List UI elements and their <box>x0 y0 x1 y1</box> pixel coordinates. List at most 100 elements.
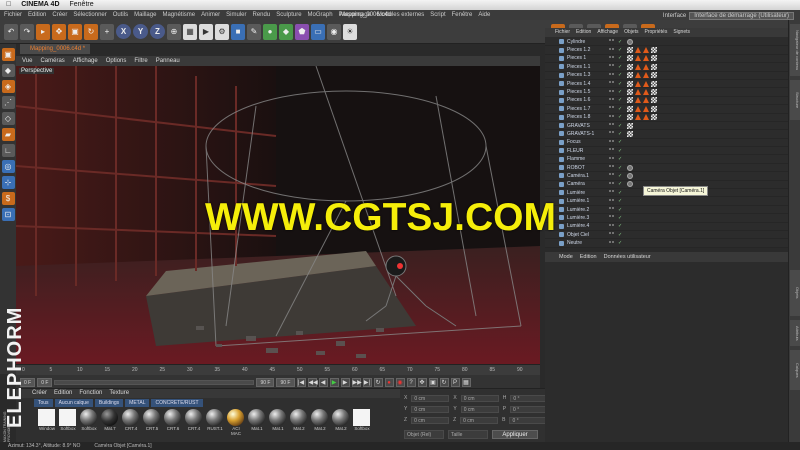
enabled-check-icon[interactable]: ✓ <box>618 222 622 230</box>
phong-tag-icon[interactable] <box>635 47 641 54</box>
enabled-check-icon[interactable]: ✓ <box>618 38 622 46</box>
subdivision-surface-icon[interactable]: ● <box>263 23 277 40</box>
enabled-check-icon[interactable]: ✓ <box>618 46 622 54</box>
coord-field[interactable]: 0 cm <box>411 395 450 402</box>
next-key-icon[interactable]: ▶▶ <box>351 378 362 387</box>
visibility-dots[interactable] <box>609 181 617 187</box>
enabled-check-icon[interactable]: ✓ <box>618 155 622 163</box>
phong-tag-icon[interactable] <box>643 89 649 96</box>
phong-tag-icon[interactable] <box>635 72 641 79</box>
tweak-mode-icon[interactable]: ◎ <box>1 160 15 173</box>
visibility-dots[interactable] <box>609 81 617 86</box>
deformer-icon[interactable]: ⬟ <box>295 23 309 40</box>
selection-tool-icon[interactable]: ▸ <box>36 23 50 40</box>
coordinate-system-icon[interactable]: ⊕ <box>167 23 181 40</box>
phong-tag-icon[interactable] <box>635 80 641 87</box>
visibility-dots[interactable] <box>609 240 617 246</box>
visibility-dots[interactable] <box>609 47 617 53</box>
pen-spline-icon[interactable]: ✎ <box>247 23 261 40</box>
texture-tag-icon[interactable] <box>627 63 633 70</box>
viewport-menu-item[interactable]: Filtre <box>134 56 147 66</box>
enabled-check-icon[interactable]: ✓ <box>618 138 622 146</box>
prev-key-icon[interactable]: ◀◀ <box>307 378 318 387</box>
enabled-check-icon[interactable]: ✓ <box>618 54 622 62</box>
camera-tool-icon[interactable]: ◉ <box>327 23 341 40</box>
side-tab[interactable]: Navigateur de contenu <box>790 24 800 76</box>
visibility-dots[interactable] <box>609 198 617 204</box>
enabled-check-icon[interactable]: ✓ <box>618 96 622 104</box>
material-swatch[interactable]: CRT.6 <box>164 409 182 437</box>
enabled-check-icon[interactable]: ✓ <box>618 88 622 96</box>
document-tab[interactable]: Mapping_0006.c4d * <box>20 44 90 54</box>
object-menu-item[interactable]: Edition <box>576 28 591 37</box>
mac-menu-window[interactable]: Fenêtre <box>70 0 94 10</box>
enabled-check-icon[interactable]: ✓ <box>618 189 622 197</box>
visibility-dots[interactable] <box>609 232 617 237</box>
material-swatch[interactable]: Mat.2 <box>311 409 329 437</box>
render-region-icon[interactable]: ▦ <box>183 23 197 40</box>
edges-mode-icon[interactable]: ◇ <box>1 112 15 125</box>
phong-tag-icon[interactable] <box>635 55 641 62</box>
texture-tag-icon[interactable] <box>627 80 633 87</box>
y-axis-lock-button[interactable]: Y <box>133 24 148 39</box>
phong-tag-icon[interactable] <box>643 97 649 104</box>
visibility-dots[interactable] <box>609 156 617 162</box>
material-swatch[interactable]: Mat.7 <box>101 409 119 437</box>
enabled-check-icon[interactable]: ✓ <box>618 113 622 121</box>
menu-item[interactable]: Créer <box>52 10 67 20</box>
prev-frame-icon[interactable]: ◀ <box>318 378 328 387</box>
side-tab[interactable]: Structure <box>790 80 800 120</box>
array-generator-icon[interactable]: ◆ <box>279 23 293 40</box>
material-tab[interactable]: METAL <box>125 399 150 407</box>
object-menu-item[interactable]: Objets <box>624 28 638 37</box>
menu-item[interactable]: Aide <box>478 10 490 20</box>
current-frame-field[interactable]: 0 F <box>37 378 53 387</box>
end-field[interactable]: 90 F <box>256 378 275 387</box>
menu-item[interactable]: Sélectionner <box>73 10 106 20</box>
texture-tag-icon[interactable] <box>627 72 633 79</box>
phong-tag-icon[interactable] <box>643 63 649 70</box>
material-swatch[interactable]: CRT.4 <box>185 409 203 437</box>
enabled-check-icon[interactable]: ✓ <box>618 80 622 88</box>
enabled-check-icon[interactable]: ✓ <box>618 122 622 130</box>
texture-tag-icon[interactable] <box>627 114 633 121</box>
material-tab[interactable]: CONCRETE/RUST <box>151 399 203 407</box>
texture-tag-icon[interactable] <box>627 89 633 96</box>
next-frame-icon[interactable]: ▶ <box>340 378 350 387</box>
go-end-icon[interactable]: ▶| <box>362 378 372 387</box>
menu-item[interactable]: Animer <box>201 10 220 20</box>
texture-tag-icon[interactable] <box>651 114 657 121</box>
undo-icon[interactable]: ↶ <box>4 23 18 40</box>
enabled-check-icon[interactable]: ✓ <box>618 164 622 172</box>
menu-item[interactable]: MoGraph <box>308 10 333 20</box>
material-swatch[interactable]: ACI MAC <box>227 409 245 437</box>
texture-tag-icon[interactable] <box>627 47 633 54</box>
enabled-check-icon[interactable]: ✓ <box>618 197 622 205</box>
phong-tag-icon[interactable] <box>643 105 649 112</box>
enabled-check-icon[interactable]: ✓ <box>618 172 622 180</box>
visibility-dots[interactable] <box>609 55 617 61</box>
rotation-key-icon[interactable]: ↻ <box>439 378 449 387</box>
material-tab[interactable]: Tous <box>34 399 53 407</box>
visibility-dots[interactable] <box>609 131 617 136</box>
size-mode-dropdown[interactable]: Taille <box>448 430 488 439</box>
workplane-icon[interactable]: $ <box>1 192 15 205</box>
enabled-check-icon[interactable]: ✓ <box>618 105 622 113</box>
visibility-dots[interactable] <box>609 148 617 153</box>
coord-field[interactable]: 0 ° <box>510 406 549 413</box>
layout-dropdown[interactable]: Interface de démarrage (Utilisateur) <box>689 12 794 20</box>
scale-tool-icon[interactable]: ▣ <box>68 23 82 40</box>
enabled-check-icon[interactable]: ✓ <box>618 180 622 188</box>
menu-item[interactable]: Magnétisme <box>162 10 195 20</box>
coord-field[interactable]: 0 cm <box>460 406 499 413</box>
z-axis-lock-button[interactable]: Z <box>150 24 165 39</box>
material-swatch[interactable]: CRT.5 <box>143 409 161 437</box>
material-swatch[interactable]: Window <box>38 409 56 437</box>
coord-mode-dropdown[interactable]: Objet (Rel) <box>404 430 444 439</box>
side-tab[interactable]: Calques <box>790 350 800 390</box>
visibility-dots[interactable] <box>609 223 617 229</box>
material-swatch[interactable]: Softbox <box>80 409 98 437</box>
object-menu-item[interactable]: Propriétés <box>645 28 668 37</box>
phong-tag-icon[interactable] <box>635 114 641 121</box>
visibility-dots[interactable] <box>609 215 617 220</box>
